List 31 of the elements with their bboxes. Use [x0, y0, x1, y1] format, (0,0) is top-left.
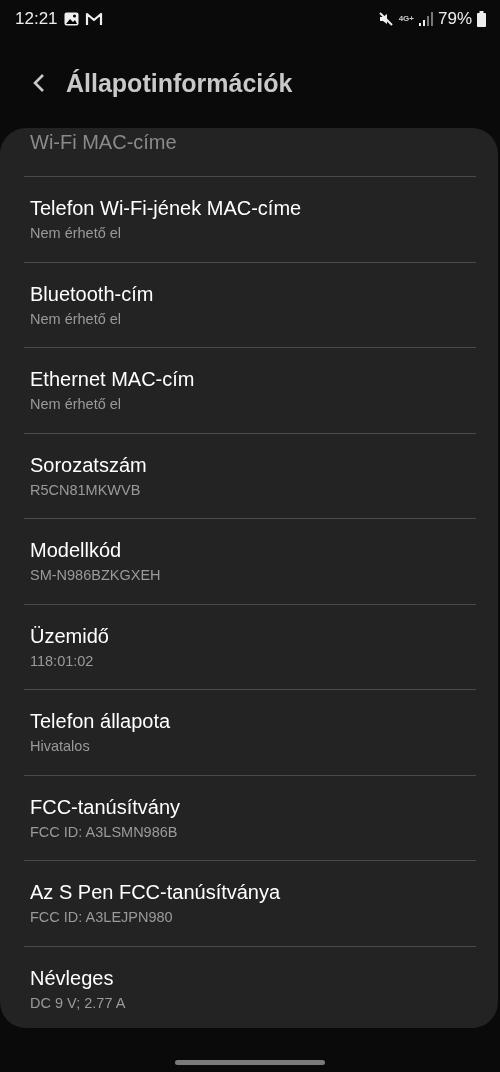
setting-title: Telefon állapota [30, 709, 171, 734]
setting-title: Névleges [30, 965, 114, 991]
battery-percent: 79% [437, 9, 472, 29]
signal-icon [418, 12, 433, 26]
setting-value: R5CN81MKWVB [30, 480, 141, 499]
setting-value: 118:01:02 [30, 651, 94, 670]
setting-value: Nem érhető el [30, 224, 122, 242]
setting-title: Telefon Wi-Fi-jének MAC-címe [30, 196, 302, 221]
setting-title: Sorozatszám [30, 452, 147, 478]
setting-value: FCC ID: A3LSMN986B [30, 822, 178, 841]
mute-icon [377, 11, 394, 27]
setting-value: DC 9 V; 2.77 A [30, 993, 126, 1012]
network-type: 4G+ [398, 15, 414, 23]
setting-title: Üzemidő [30, 623, 109, 649]
setting-title: Az S Pen FCC-tanúsítványa [30, 880, 281, 905]
setting-title: Wi-Fi MAC-címe [30, 131, 177, 153]
setting-title: Ethernet MAC-cím [30, 367, 195, 392]
battery-icon [477, 11, 486, 27]
mail-icon [84, 12, 103, 26]
setting-value: SM-N986BZKGXEH [30, 566, 161, 584]
setting-value: FCC ID: A3LEJPN980 [30, 908, 173, 926]
setting-value: Nem érhető el [30, 309, 122, 328]
setting-title: FCC-tanúsítvány [30, 794, 181, 820]
setting-title: Bluetooth-cím [30, 281, 154, 307]
page-title: Állapotinformációk [66, 68, 293, 98]
chevron-left-icon [32, 72, 46, 94]
clock: 12:21 [15, 9, 58, 29]
setting-title: Modellkód [30, 538, 122, 563]
setting-value: Hivatalos [30, 737, 90, 755]
setting-value: Nem érhető el [30, 395, 122, 413]
image-icon [63, 12, 79, 26]
